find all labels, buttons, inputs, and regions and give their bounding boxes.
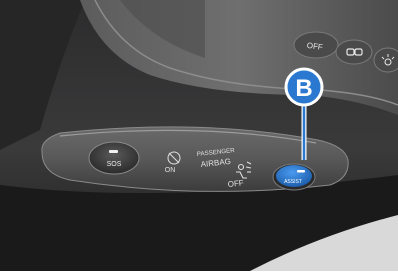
- sos-indicator: [109, 150, 118, 153]
- dome-lamp-button[interactable]: [373, 47, 398, 73]
- sos-button[interactable]: SOS: [88, 141, 140, 175]
- airbag-off-label: OFF: [227, 178, 244, 189]
- overhead-console-photo: OFF SOS ON PASSENGER AIRBAG OFF ASSIST B: [0, 0, 398, 271]
- assist-indicator: [297, 170, 305, 173]
- assist-button[interactable]: ASSIST: [272, 163, 316, 191]
- photo-canvas: OFF SOS ON PASSENGER AIRBAG OFF ASSIST B: [0, 0, 398, 271]
- sos-label: SOS: [107, 161, 122, 168]
- lamp-off-button[interactable]: OFF: [293, 31, 339, 59]
- assist-label: ASSIST: [284, 179, 302, 185]
- callout-letter: B: [295, 75, 312, 102]
- airbag-on-label: ON: [165, 167, 176, 174]
- door-lamp-button[interactable]: [335, 39, 373, 65]
